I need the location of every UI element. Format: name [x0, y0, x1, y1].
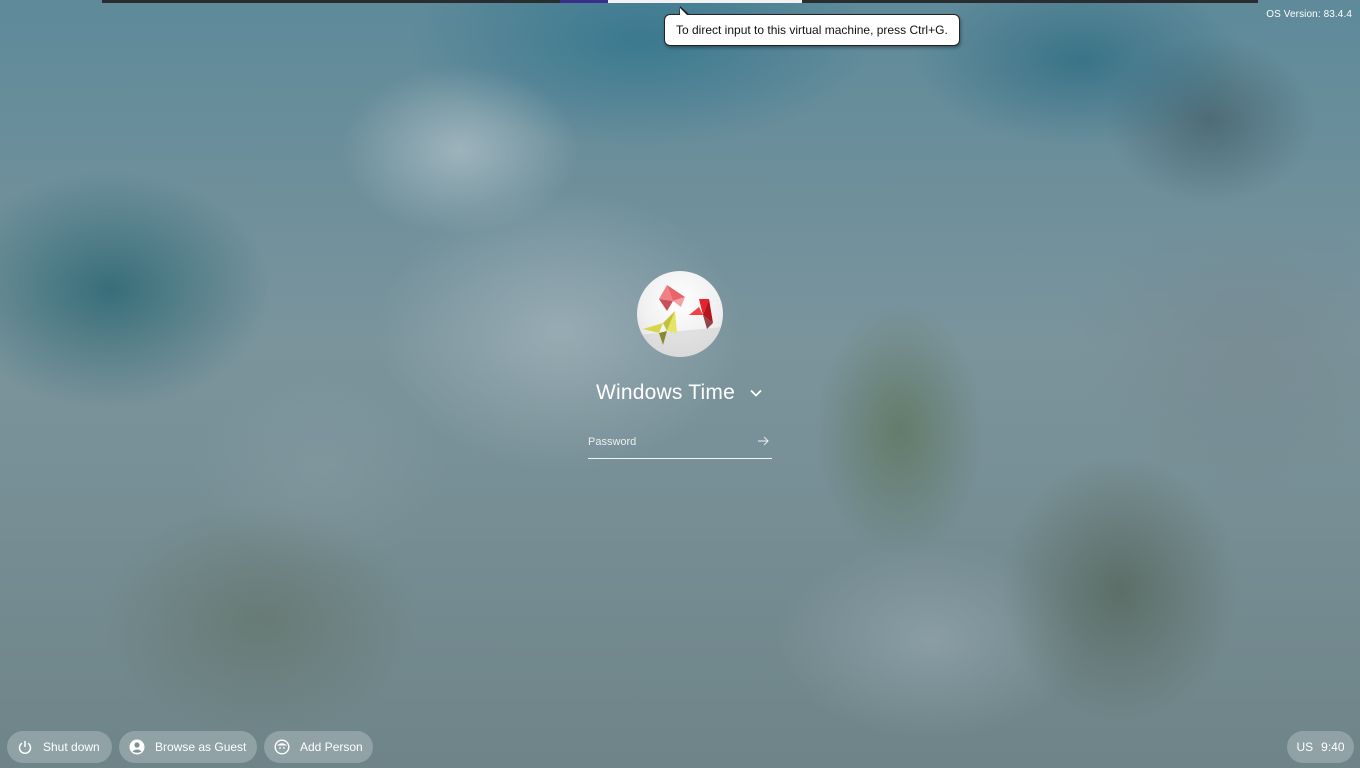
browse-as-guest-label: Browse as Guest	[155, 740, 247, 754]
browse-as-guest-button[interactable]: Browse as Guest	[119, 731, 257, 763]
user-name: Windows Time	[596, 381, 735, 404]
chevron-down-icon[interactable]	[748, 385, 764, 401]
shutdown-button[interactable]: Shut down	[7, 731, 112, 763]
person-icon	[129, 739, 145, 755]
add-person-icon	[274, 739, 290, 755]
vm-bar-indicator	[560, 0, 608, 3]
user-avatar[interactable]	[637, 271, 723, 357]
user-pod: Windows Time	[560, 378, 800, 408]
power-icon	[17, 739, 33, 755]
arrow-right-icon[interactable]	[756, 434, 770, 448]
vm-title-bar	[102, 0, 1258, 3]
clock: 9:40	[1321, 740, 1345, 754]
tooltip-text: To direct input to this virtual machine,…	[676, 23, 948, 37]
keyboard-layout-indicator: US	[1296, 740, 1314, 754]
add-person-button[interactable]: Add Person	[264, 731, 373, 763]
os-version-label: OS Version: 83.4.4	[1266, 9, 1352, 20]
vm-bar-indicator-light	[608, 0, 802, 3]
system-status-area[interactable]: US 9:40	[1287, 731, 1354, 763]
password-field	[588, 430, 772, 459]
password-input[interactable]	[588, 432, 748, 452]
origami-birds-avatar	[637, 285, 723, 357]
vm-input-tooltip: To direct input to this virtual machine,…	[664, 6, 960, 46]
shutdown-label: Shut down	[43, 740, 100, 754]
add-person-label: Add Person	[300, 740, 363, 754]
